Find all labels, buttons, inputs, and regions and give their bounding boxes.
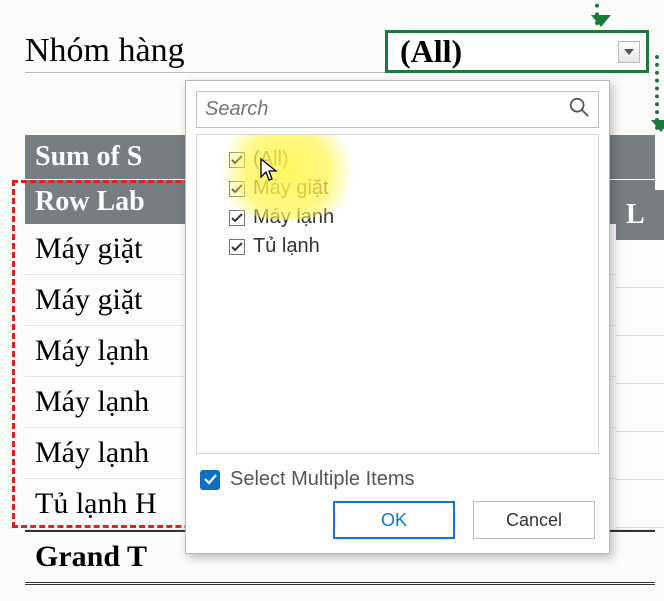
guide-arrow-2: [655, 55, 659, 130]
right-cell[interactable]: [616, 432, 664, 480]
filter-item-label: Máy lạnh: [253, 206, 334, 229]
filter-field-label: Nhóm hàng: [25, 30, 385, 73]
select-multiple-row[interactable]: Select Multiple Items: [196, 454, 599, 501]
filter-row: Nhóm hàng (All): [25, 30, 649, 73]
right-cell[interactable]: [616, 288, 664, 336]
guide-arrow-1: [595, 0, 599, 25]
right-column-header: L: [616, 190, 664, 240]
filter-item[interactable]: Tủ lạnh: [211, 232, 584, 261]
select-multiple-checkbox[interactable]: [200, 470, 220, 490]
select-multiple-label: Select Multiple Items: [230, 468, 415, 491]
filter-item-checkbox[interactable]: [229, 152, 245, 168]
filter-item-label: Máy giặt: [253, 177, 329, 200]
filter-dropdown-button[interactable]: [618, 41, 640, 63]
search-input[interactable]: [205, 98, 568, 121]
cancel-button[interactable]: Cancel: [473, 501, 595, 539]
right-cell[interactable]: [616, 240, 664, 288]
search-box: [196, 91, 599, 128]
right-cell[interactable]: [616, 480, 664, 528]
chevron-down-icon: [624, 49, 634, 55]
filter-item-checkbox[interactable]: [229, 210, 245, 226]
filter-value: (All): [400, 33, 462, 70]
filter-item-label: Tủ lạnh: [253, 235, 320, 258]
filter-items-tree: (All) Máy giặt Máy lạnh Tủ lạnh: [196, 134, 599, 454]
filter-item-checkbox[interactable]: [229, 239, 245, 255]
filter-item[interactable]: Máy lạnh: [211, 203, 584, 232]
right-cell[interactable]: [616, 336, 664, 384]
right-column-cells: [616, 240, 664, 528]
filter-item-checkbox[interactable]: [229, 181, 245, 197]
filter-item[interactable]: Máy giặt: [211, 174, 584, 203]
filter-item-label: (All): [253, 148, 289, 171]
right-cell[interactable]: [616, 384, 664, 432]
filter-dropdown-panel: (All) Máy giặt Máy lạnh Tủ lạnh: [185, 80, 610, 554]
ok-button[interactable]: OK: [333, 501, 455, 539]
search-icon[interactable]: [568, 96, 590, 123]
dialog-buttons: OK Cancel: [196, 501, 599, 539]
filter-cell[interactable]: (All): [385, 30, 649, 73]
filter-item-all[interactable]: (All): [211, 145, 584, 174]
